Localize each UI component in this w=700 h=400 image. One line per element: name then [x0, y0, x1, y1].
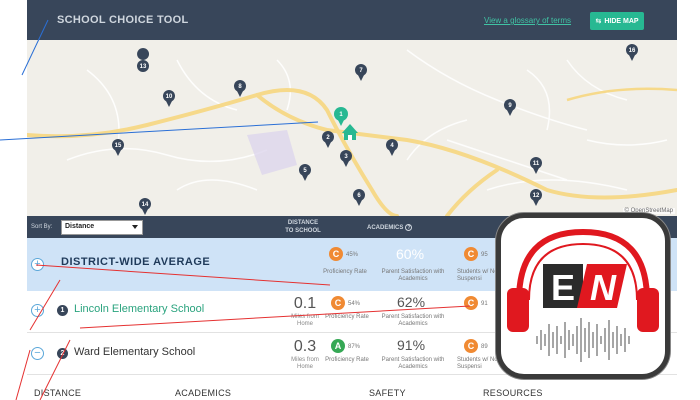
svg-text:E: E — [551, 267, 575, 308]
svg-text:N: N — [590, 267, 617, 308]
waveform — [536, 318, 630, 362]
en-letters: E N — [543, 264, 627, 308]
podcast-logo: E N — [496, 213, 670, 379]
